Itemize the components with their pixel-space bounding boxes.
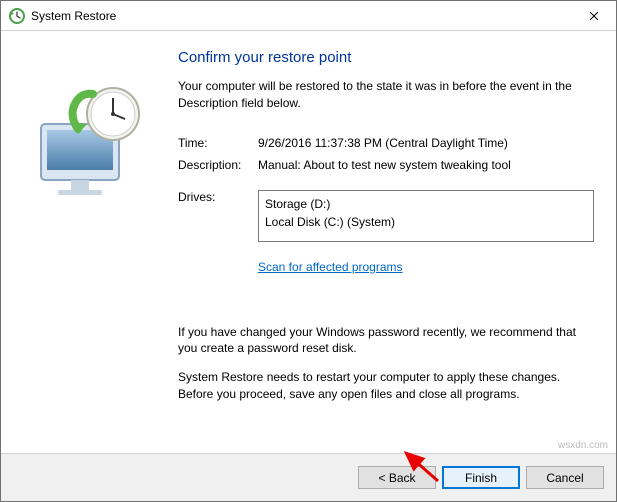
description-row: Description: Manual: About to test new s… bbox=[178, 158, 594, 172]
drive-item[interactable]: Storage (D:) bbox=[265, 195, 587, 213]
description-label: Description: bbox=[178, 158, 258, 172]
time-row: Time: 9/26/2016 11:37:38 PM (Central Day… bbox=[178, 136, 594, 150]
restart-notice: System Restore needs to restart your com… bbox=[178, 369, 594, 403]
time-label: Time: bbox=[178, 136, 258, 150]
finish-button[interactable]: Finish bbox=[442, 466, 520, 489]
system-restore-icon bbox=[9, 8, 25, 24]
cancel-button[interactable]: Cancel bbox=[526, 466, 604, 489]
description-value: Manual: About to test new system tweakin… bbox=[258, 158, 594, 172]
window-title: System Restore bbox=[31, 9, 116, 23]
drives-listbox[interactable]: Storage (D:) Local Disk (C:) (System) bbox=[258, 190, 594, 242]
titlebar: System Restore bbox=[1, 1, 616, 31]
dialog-footer: < Back Finish Cancel bbox=[1, 453, 616, 501]
password-notice: If you have changed your Windows passwor… bbox=[178, 324, 594, 358]
drive-item[interactable]: Local Disk (C:) (System) bbox=[265, 213, 587, 231]
time-value: 9/26/2016 11:37:38 PM (Central Daylight … bbox=[258, 136, 594, 150]
watermark: wsxdn.com bbox=[558, 440, 608, 451]
restore-illustration-icon bbox=[23, 74, 153, 204]
drives-row: Drives: Storage (D:) Local Disk (C:) (Sy… bbox=[178, 190, 594, 242]
right-column: Confirm your restore point Your computer… bbox=[178, 49, 594, 443]
drives-label: Drives: bbox=[178, 190, 258, 204]
back-button[interactable]: < Back bbox=[358, 466, 436, 489]
scan-affected-programs-link[interactable]: Scan for affected programs bbox=[258, 260, 594, 274]
close-button[interactable] bbox=[571, 1, 616, 30]
system-restore-window: System Restore bbox=[0, 0, 617, 502]
dialog-body: Confirm your restore point Your computer… bbox=[1, 31, 616, 453]
left-column bbox=[23, 49, 178, 443]
page-subtext: Your computer will be restored to the st… bbox=[178, 78, 594, 112]
page-heading: Confirm your restore point bbox=[178, 49, 594, 66]
